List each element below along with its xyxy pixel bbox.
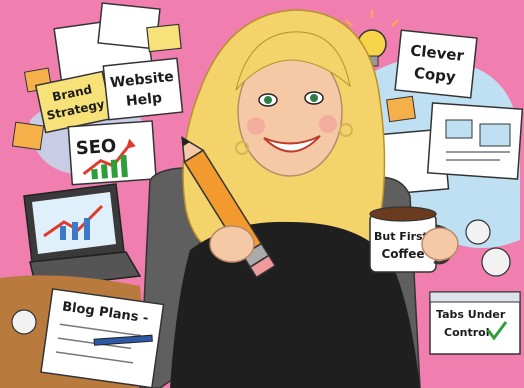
cheek — [319, 115, 337, 133]
clever-copy-note: Clever Copy — [394, 29, 478, 99]
seo-card: SEO — [67, 120, 157, 186]
tabs-under-control-card: Tabs Under Control — [429, 291, 521, 355]
paper-doc-figure — [445, 119, 473, 139]
tabs-line2: Control — [444, 326, 489, 339]
mug-line2: Coffee — [381, 247, 424, 261]
sticky-note — [146, 23, 182, 53]
right-hand — [421, 227, 459, 261]
crumpled-paper — [481, 247, 511, 277]
paper-doc-figure — [479, 123, 511, 147]
website-help-note: Website Help — [102, 57, 184, 121]
illustration-canvas: Brand Strategy Website Help SEO Clever C… — [0, 0, 524, 388]
coffee-surface — [369, 206, 437, 222]
crumpled-paper — [465, 219, 491, 245]
seo-label: SEO — [75, 136, 117, 160]
tabs-line1: Tabs Under — [436, 308, 506, 321]
sticky-note — [11, 121, 45, 151]
sticky-note — [386, 95, 416, 123]
left-hand — [209, 225, 255, 263]
blog-plans-notebook: Blog Plans - — [40, 288, 165, 388]
cheek — [247, 117, 265, 135]
crumpled-paper — [11, 309, 37, 335]
illustration: Brand Strategy Website Help SEO Clever C… — [0, 0, 524, 388]
